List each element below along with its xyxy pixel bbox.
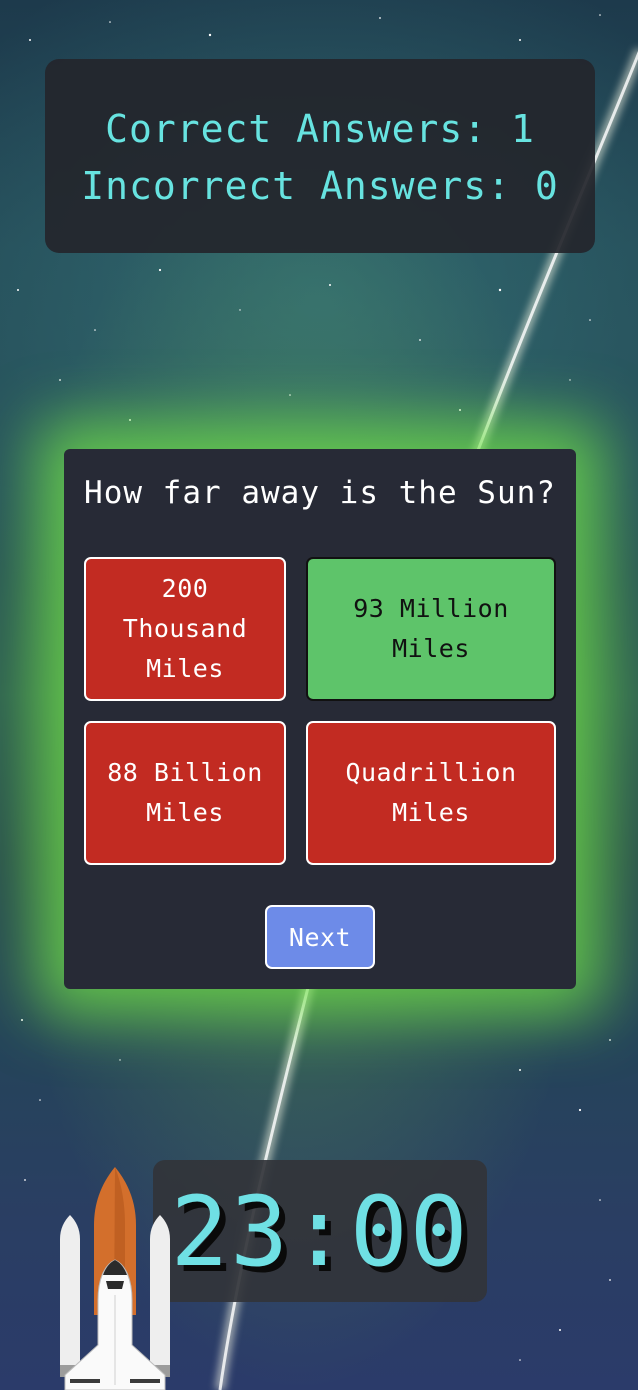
answer-label: 93 Million Miles bbox=[353, 594, 509, 663]
answer-button-2[interactable]: 93 Million Miles bbox=[306, 557, 556, 701]
next-button[interactable]: Next bbox=[265, 905, 375, 969]
question-text: How far away is the Sun? bbox=[84, 475, 556, 511]
quiz-card: How far away is the Sun? 200 Thousand Mi… bbox=[64, 449, 576, 989]
space-shuttle-icon bbox=[60, 1167, 170, 1390]
answer-label: Quadrillion Miles bbox=[345, 758, 517, 827]
timer-value: 23:00 bbox=[170, 1176, 470, 1288]
countdown-timer: 23:00 bbox=[153, 1160, 487, 1302]
answer-label: 200 Thousand Miles bbox=[122, 574, 248, 683]
answer-label: 88 Billion Miles bbox=[107, 758, 263, 827]
answer-button-1[interactable]: 200 Thousand Miles bbox=[84, 557, 286, 701]
answer-button-4[interactable]: Quadrillion Miles bbox=[306, 721, 556, 865]
correct-answers-count: Correct Answers: 1 bbox=[105, 107, 535, 151]
score-panel: Correct Answers: 1 Incorrect Answers: 0 bbox=[45, 59, 595, 253]
incorrect-answers-count: Incorrect Answers: 0 bbox=[81, 164, 559, 208]
answer-button-3[interactable]: 88 Billion Miles bbox=[84, 721, 286, 865]
